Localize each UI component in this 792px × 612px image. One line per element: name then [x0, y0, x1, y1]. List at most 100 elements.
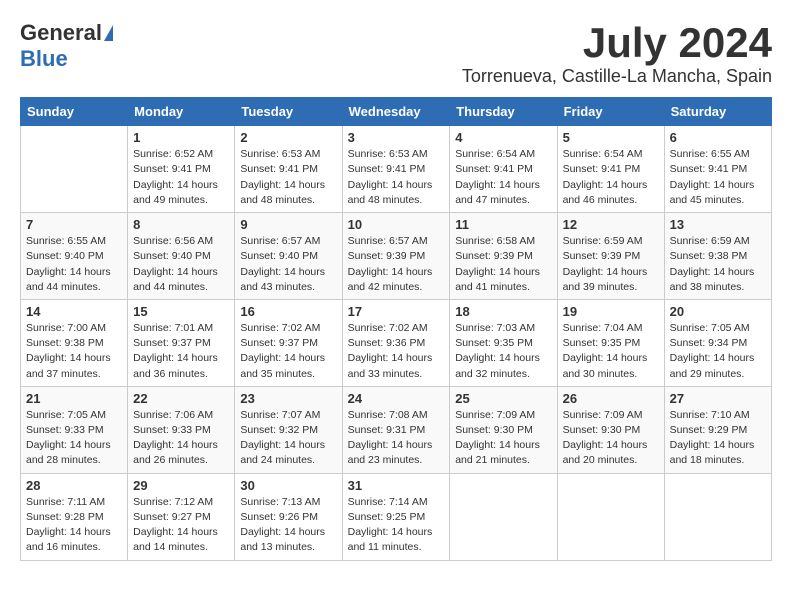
week-row-3: 14 Sunrise: 7:00 AMSunset: 9:38 PMDaylig… — [21, 299, 772, 386]
day-info: Sunrise: 6:54 AMSunset: 9:41 PMDaylight:… — [455, 147, 551, 208]
day-cell: 20 Sunrise: 7:05 AMSunset: 9:34 PMDaylig… — [664, 299, 771, 386]
day-number: 7 — [26, 217, 122, 232]
day-cell: 13 Sunrise: 6:59 AMSunset: 9:38 PMDaylig… — [664, 213, 771, 300]
day-number: 23 — [240, 391, 336, 406]
day-cell: 21 Sunrise: 7:05 AMSunset: 9:33 PMDaylig… — [21, 386, 128, 473]
day-header-friday: Friday — [557, 98, 664, 126]
day-cell: 22 Sunrise: 7:06 AMSunset: 9:33 PMDaylig… — [128, 386, 235, 473]
day-header-thursday: Thursday — [450, 98, 557, 126]
day-number: 30 — [240, 478, 336, 493]
day-cell: 28 Sunrise: 7:11 AMSunset: 9:28 PMDaylig… — [21, 473, 128, 560]
day-cell: 7 Sunrise: 6:55 AMSunset: 9:40 PMDayligh… — [21, 213, 128, 300]
day-info: Sunrise: 7:02 AMSunset: 9:36 PMDaylight:… — [348, 321, 445, 382]
day-header-wednesday: Wednesday — [342, 98, 450, 126]
day-cell: 4 Sunrise: 6:54 AMSunset: 9:41 PMDayligh… — [450, 126, 557, 213]
location-title: Torrenueva, Castille-La Mancha, Spain — [462, 66, 772, 87]
day-number: 20 — [670, 304, 766, 319]
day-number: 4 — [455, 130, 551, 145]
day-number: 12 — [563, 217, 659, 232]
day-number: 16 — [240, 304, 336, 319]
day-cell — [450, 473, 557, 560]
day-info: Sunrise: 7:04 AMSunset: 9:35 PMDaylight:… — [563, 321, 659, 382]
logo-blue-text: Blue — [20, 46, 68, 71]
day-number: 11 — [455, 217, 551, 232]
day-info: Sunrise: 6:55 AMSunset: 9:41 PMDaylight:… — [670, 147, 766, 208]
day-cell: 24 Sunrise: 7:08 AMSunset: 9:31 PMDaylig… — [342, 386, 450, 473]
day-number: 6 — [670, 130, 766, 145]
day-number: 17 — [348, 304, 445, 319]
day-info: Sunrise: 6:54 AMSunset: 9:41 PMDaylight:… — [563, 147, 659, 208]
day-info: Sunrise: 7:06 AMSunset: 9:33 PMDaylight:… — [133, 408, 229, 469]
day-info: Sunrise: 7:09 AMSunset: 9:30 PMDaylight:… — [563, 408, 659, 469]
day-info: Sunrise: 7:07 AMSunset: 9:32 PMDaylight:… — [240, 408, 336, 469]
day-info: Sunrise: 6:55 AMSunset: 9:40 PMDaylight:… — [26, 234, 122, 295]
logo-general-text: General — [20, 20, 102, 46]
day-cell — [21, 126, 128, 213]
day-number: 28 — [26, 478, 122, 493]
day-number: 27 — [670, 391, 766, 406]
day-number: 10 — [348, 217, 445, 232]
day-cell: 30 Sunrise: 7:13 AMSunset: 9:26 PMDaylig… — [235, 473, 342, 560]
day-number: 15 — [133, 304, 229, 319]
day-number: 2 — [240, 130, 336, 145]
day-info: Sunrise: 7:02 AMSunset: 9:37 PMDaylight:… — [240, 321, 336, 382]
day-cell: 12 Sunrise: 6:59 AMSunset: 9:39 PMDaylig… — [557, 213, 664, 300]
days-header-row: SundayMondayTuesdayWednesdayThursdayFrid… — [21, 98, 772, 126]
day-cell: 23 Sunrise: 7:07 AMSunset: 9:32 PMDaylig… — [235, 386, 342, 473]
day-cell: 16 Sunrise: 7:02 AMSunset: 9:37 PMDaylig… — [235, 299, 342, 386]
day-info: Sunrise: 6:53 AMSunset: 9:41 PMDaylight:… — [348, 147, 445, 208]
day-info: Sunrise: 7:09 AMSunset: 9:30 PMDaylight:… — [455, 408, 551, 469]
week-row-5: 28 Sunrise: 7:11 AMSunset: 9:28 PMDaylig… — [21, 473, 772, 560]
day-cell: 26 Sunrise: 7:09 AMSunset: 9:30 PMDaylig… — [557, 386, 664, 473]
day-cell: 29 Sunrise: 7:12 AMSunset: 9:27 PMDaylig… — [128, 473, 235, 560]
day-info: Sunrise: 7:14 AMSunset: 9:25 PMDaylight:… — [348, 495, 445, 556]
day-header-saturday: Saturday — [664, 98, 771, 126]
day-cell: 11 Sunrise: 6:58 AMSunset: 9:39 PMDaylig… — [450, 213, 557, 300]
day-info: Sunrise: 7:10 AMSunset: 9:29 PMDaylight:… — [670, 408, 766, 469]
day-cell: 5 Sunrise: 6:54 AMSunset: 9:41 PMDayligh… — [557, 126, 664, 213]
day-info: Sunrise: 6:58 AMSunset: 9:39 PMDaylight:… — [455, 234, 551, 295]
day-cell — [664, 473, 771, 560]
day-info: Sunrise: 7:03 AMSunset: 9:35 PMDaylight:… — [455, 321, 551, 382]
day-number: 31 — [348, 478, 445, 493]
day-info: Sunrise: 6:52 AMSunset: 9:41 PMDaylight:… — [133, 147, 229, 208]
logo-triangle-icon — [104, 25, 113, 41]
header: General Blue July 2024 Torrenueva, Casti… — [20, 20, 772, 87]
day-cell: 2 Sunrise: 6:53 AMSunset: 9:41 PMDayligh… — [235, 126, 342, 213]
day-number: 18 — [455, 304, 551, 319]
logo: General Blue — [20, 20, 113, 72]
day-cell: 1 Sunrise: 6:52 AMSunset: 9:41 PMDayligh… — [128, 126, 235, 213]
day-info: Sunrise: 7:12 AMSunset: 9:27 PMDaylight:… — [133, 495, 229, 556]
day-info: Sunrise: 6:53 AMSunset: 9:41 PMDaylight:… — [240, 147, 336, 208]
day-number: 24 — [348, 391, 445, 406]
day-info: Sunrise: 7:00 AMSunset: 9:38 PMDaylight:… — [26, 321, 122, 382]
day-number: 25 — [455, 391, 551, 406]
day-cell: 3 Sunrise: 6:53 AMSunset: 9:41 PMDayligh… — [342, 126, 450, 213]
day-info: Sunrise: 7:11 AMSunset: 9:28 PMDaylight:… — [26, 495, 122, 556]
day-info: Sunrise: 7:01 AMSunset: 9:37 PMDaylight:… — [133, 321, 229, 382]
day-cell: 8 Sunrise: 6:56 AMSunset: 9:40 PMDayligh… — [128, 213, 235, 300]
title-area: July 2024 Torrenueva, Castille-La Mancha… — [462, 20, 772, 87]
day-info: Sunrise: 6:59 AMSunset: 9:39 PMDaylight:… — [563, 234, 659, 295]
day-number: 13 — [670, 217, 766, 232]
day-info: Sunrise: 7:13 AMSunset: 9:26 PMDaylight:… — [240, 495, 336, 556]
day-number: 9 — [240, 217, 336, 232]
day-number: 26 — [563, 391, 659, 406]
day-number: 19 — [563, 304, 659, 319]
day-cell: 31 Sunrise: 7:14 AMSunset: 9:25 PMDaylig… — [342, 473, 450, 560]
day-cell — [557, 473, 664, 560]
day-cell: 15 Sunrise: 7:01 AMSunset: 9:37 PMDaylig… — [128, 299, 235, 386]
day-cell: 25 Sunrise: 7:09 AMSunset: 9:30 PMDaylig… — [450, 386, 557, 473]
day-info: Sunrise: 6:59 AMSunset: 9:38 PMDaylight:… — [670, 234, 766, 295]
week-row-1: 1 Sunrise: 6:52 AMSunset: 9:41 PMDayligh… — [21, 126, 772, 213]
day-number: 29 — [133, 478, 229, 493]
day-info: Sunrise: 6:56 AMSunset: 9:40 PMDaylight:… — [133, 234, 229, 295]
day-info: Sunrise: 7:05 AMSunset: 9:33 PMDaylight:… — [26, 408, 122, 469]
calendar-table: SundayMondayTuesdayWednesdayThursdayFrid… — [20, 97, 772, 560]
day-info: Sunrise: 6:57 AMSunset: 9:40 PMDaylight:… — [240, 234, 336, 295]
week-row-2: 7 Sunrise: 6:55 AMSunset: 9:40 PMDayligh… — [21, 213, 772, 300]
day-header-tuesday: Tuesday — [235, 98, 342, 126]
day-header-monday: Monday — [128, 98, 235, 126]
day-cell: 27 Sunrise: 7:10 AMSunset: 9:29 PMDaylig… — [664, 386, 771, 473]
day-number: 8 — [133, 217, 229, 232]
